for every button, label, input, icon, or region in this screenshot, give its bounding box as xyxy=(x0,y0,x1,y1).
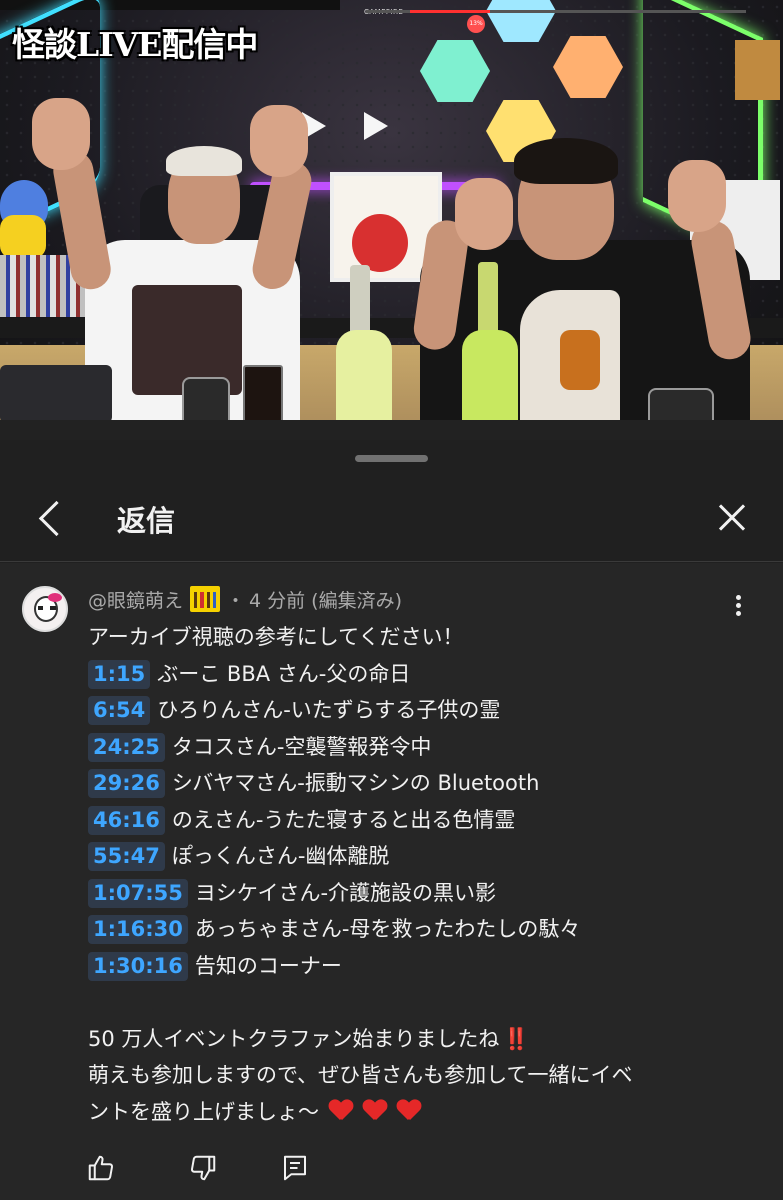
video-player[interactable]: CAMPFIRE 13% 怪談LIVE配信中 xyxy=(0,0,783,440)
chapter-title: ヨシケイさん-介護施設の黒い影 xyxy=(194,880,497,905)
like-icon[interactable] xyxy=(86,1153,126,1193)
timestamp-link[interactable]: 46:16 xyxy=(88,805,165,835)
avatar-eyes xyxy=(38,606,56,610)
chapter-title: 告知のコーナー xyxy=(194,953,342,978)
reply-icon[interactable] xyxy=(280,1153,320,1193)
video-top-bar xyxy=(0,0,340,10)
chapter-line: 1:07:55 ヨシケイさん-介護施設の黒い影 xyxy=(88,875,758,912)
person-left-hair xyxy=(166,146,242,176)
drag-handle[interactable] xyxy=(355,455,428,462)
chapter-line: 46:16 のえさん-うたた寝すると出る色情霊 xyxy=(88,802,758,839)
daruma-illustration xyxy=(352,214,408,272)
header-divider xyxy=(0,561,783,562)
more-vert-icon[interactable] xyxy=(730,595,746,619)
person-right-hand xyxy=(668,160,726,232)
double-exclamation-icon: ‼️ xyxy=(503,1026,530,1051)
timestamp-link[interactable]: 1:15 xyxy=(88,659,151,689)
timestamp-link[interactable]: 55:47 xyxy=(88,842,165,871)
meta-separator: ・ xyxy=(226,589,246,612)
stream-progress-bar xyxy=(366,10,746,13)
announcement-text: 50 万人イベントクラファン始まりましたね xyxy=(88,1026,500,1051)
progress-badge: 13% xyxy=(467,15,485,33)
laptop xyxy=(0,365,112,423)
person-left-hand xyxy=(250,105,308,177)
chapter-title: ひろりんさん-いたずらする子供の霊 xyxy=(157,698,501,722)
close-icon[interactable] xyxy=(712,498,752,538)
heart-icon xyxy=(397,1100,421,1122)
chapter-title: ぶーこ BBA さん-父の命日 xyxy=(157,661,411,686)
comment-meta: @眼鏡萌え ・ 4 分前 (編集済み) xyxy=(88,585,402,613)
chapter-line: 24:25 タコスさん-空襲警報発令中 xyxy=(88,729,758,766)
progress-fill xyxy=(410,10,490,13)
person-right-hair xyxy=(514,138,618,184)
person-left-hand xyxy=(32,98,90,170)
chapter-title: あっちゃまさん-母を救ったわたしの駄々 xyxy=(194,917,581,941)
comment-card: @眼鏡萌え ・ 4 分前 (編集済み) アーカイブ視聴の参考にしてください！ 1… xyxy=(0,563,783,1200)
chapter-line: 55:47 ぽっくんさん-幽体離脱 xyxy=(88,838,758,875)
timestamp-link[interactable]: 1:16:30 xyxy=(88,915,188,944)
comment-author[interactable]: @眼鏡萌え xyxy=(88,586,183,613)
announcement-line: 50 万人イベントクラファン始まりましたね ‼️ xyxy=(88,1021,758,1058)
announcement-line: 萌えも参加しますので、ぜひ皆さんも参加して一緒にイベ xyxy=(88,1063,633,1087)
chevron-left-icon[interactable] xyxy=(30,496,70,540)
live-overlay-title: 怪談LIVE配信中 xyxy=(12,25,258,64)
chapter-title: タコスさん-空襲警報発令中 xyxy=(171,734,432,759)
neon-arrow xyxy=(364,112,388,140)
chapter-title: ぽっくんさん-幽体離脱 xyxy=(171,844,390,868)
comment-body: アーカイブ視聴の参考にしてください！ 1:15 ぶーこ BBA さん-父の命日 6… xyxy=(88,619,758,1130)
timestamp-link[interactable]: 6:54 xyxy=(88,696,151,725)
avatar[interactable] xyxy=(22,586,68,632)
heart-icon xyxy=(363,1100,387,1122)
timestamp-link[interactable]: 1:30:16 xyxy=(88,951,188,981)
chapter-line: 1:15 ぶーこ BBA さん-父の命日 xyxy=(88,656,758,693)
chapter-title: のえさん-うたた寝すると出る色情霊 xyxy=(171,807,516,832)
dislike-icon[interactable] xyxy=(188,1153,228,1193)
chapter-line: 29:26 シバヤマさん-振動マシンの Bluetooth xyxy=(88,765,758,802)
timestamp-link[interactable]: 1:07:55 xyxy=(88,878,188,908)
heart-icon xyxy=(329,1100,353,1122)
desk-edge xyxy=(0,420,783,440)
sheet-header: 返信 xyxy=(0,478,783,562)
timestamp-link[interactable]: 24:25 xyxy=(88,732,165,762)
chapter-line: 6:54 ひろりんさん-いたずらする子供の霊 xyxy=(88,692,758,729)
shelf-items xyxy=(735,40,780,100)
replies-sheet: 返信 @眼鏡萌え ・ 4 分前 (編集済み) アーカイブ視聴の参考にしてください… xyxy=(0,440,783,1200)
shirt-cat-patch xyxy=(560,330,600,390)
member-badge-icon xyxy=(190,586,221,612)
person-right-hand xyxy=(455,178,513,250)
sheet-title: 返信 xyxy=(117,504,176,538)
comment-intro: アーカイブ視聴の参考にしてください！ xyxy=(88,625,464,649)
chapter-title: シバヤマさん-振動マシンの Bluetooth xyxy=(171,771,540,795)
chapter-line: 1:30:16 告知のコーナー xyxy=(88,948,758,985)
figurine xyxy=(0,215,46,259)
timestamp-link[interactable]: 29:26 xyxy=(88,769,165,798)
comment-actions xyxy=(0,1148,783,1198)
announcement-line: ントを盛り上げましょ〜 xyxy=(88,1094,758,1131)
announcement-text: ントを盛り上げましょ〜 xyxy=(88,1099,319,1124)
comment-edited: (編集済み) xyxy=(311,589,402,612)
avatar-bow xyxy=(48,593,62,602)
comment-time[interactable]: 4 分前 xyxy=(249,586,305,613)
chapter-line: 1:16:30 あっちゃまさん-母を救ったわたしの駄々 xyxy=(88,911,758,948)
